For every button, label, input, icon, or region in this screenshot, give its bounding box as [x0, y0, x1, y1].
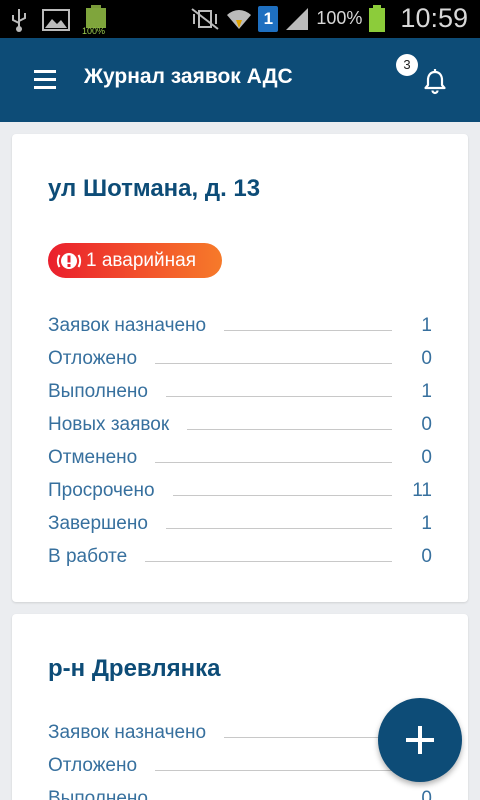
- emergency-alert-icon: [56, 252, 82, 269]
- stat-value: 1: [421, 380, 432, 402]
- leader-line: [155, 769, 392, 771]
- notifications-button[interactable]: [418, 64, 452, 98]
- notification-count-badge: 3: [396, 54, 418, 76]
- stat-label: Просрочено: [48, 479, 155, 501]
- leader-line: [224, 329, 392, 331]
- leader-line: [224, 736, 392, 738]
- battery-percent: 100%: [316, 8, 363, 28]
- stat-row: Заявок назначено 1: [48, 309, 432, 342]
- stats-list: Заявок назначено Отложено Выполнено 0: [48, 716, 432, 800]
- mute-vibrate-icon: [191, 7, 219, 30]
- battery-icon: 100%: [82, 5, 110, 36]
- stat-row: Выполнено 1: [48, 375, 432, 408]
- stat-row: Отменено 0: [48, 441, 432, 474]
- stat-value: 0: [421, 413, 432, 435]
- wifi-icon: [227, 9, 252, 29]
- menu-button[interactable]: [28, 68, 62, 92]
- stat-row: В работе 0: [48, 540, 432, 573]
- stat-label: Заявок назначено: [48, 314, 207, 336]
- stat-label: Отложено: [48, 347, 138, 369]
- stat-row: Просрочено 11: [48, 474, 432, 507]
- leader-line: [155, 362, 392, 364]
- battery-mini-label: 100%: [82, 26, 106, 36]
- stat-value: 11: [412, 479, 432, 501]
- stat-row: Отложено 0: [48, 342, 432, 375]
- page-title: Журнал заявок АДС: [84, 65, 293, 88]
- stat-label: Выполнено: [48, 787, 148, 800]
- stat-label: Выполнено: [48, 380, 148, 402]
- stat-label: В работе: [48, 545, 128, 567]
- sim-number: 1: [263, 8, 274, 28]
- clock: 10:59: [400, 3, 468, 33]
- status-bar: 100% 1 100% 10:59: [0, 0, 480, 38]
- location-card[interactable]: ул Шотмана, д. 13 1 аварийная Заявок наз…: [12, 134, 468, 602]
- app-bar: Журнал заявок АДС 3: [0, 38, 480, 122]
- stat-value: 1: [421, 512, 432, 534]
- leader-line: [145, 560, 392, 562]
- signal-icon: [286, 7, 309, 30]
- image-icon: [42, 9, 70, 31]
- stat-row: Отложено: [48, 749, 432, 782]
- stat-label: Отложено: [48, 754, 138, 776]
- leader-line: [187, 428, 392, 430]
- stat-label: Заявок назначено: [48, 721, 207, 743]
- leader-line: [165, 395, 392, 397]
- stat-value: 0: [421, 545, 432, 567]
- stat-value: 1: [421, 314, 432, 336]
- add-request-button[interactable]: [378, 698, 462, 782]
- stat-label: Отменено: [48, 446, 138, 468]
- stat-label: Завершено: [48, 512, 148, 534]
- stat-value: 0: [421, 787, 432, 800]
- stat-row: Заявок назначено: [48, 716, 432, 749]
- emergency-badge[interactable]: 1 аварийная: [48, 243, 222, 278]
- stat-row: Завершено 1: [48, 507, 432, 540]
- usb-icon: [12, 9, 26, 32]
- stat-label: Новых заявок: [48, 413, 170, 435]
- stat-row: Выполнено 0: [48, 782, 432, 800]
- battery-full-icon: [369, 4, 386, 32]
- stat-value: 0: [421, 446, 432, 468]
- card-title: р-н Древлянка: [48, 655, 221, 682]
- stat-value: 0: [421, 347, 432, 369]
- stat-row: Новых заявок 0: [48, 408, 432, 441]
- sim-icon: 1: [258, 5, 279, 32]
- emergency-badge-label: 1 аварийная: [86, 249, 197, 271]
- leader-line: [155, 461, 392, 463]
- stats-list: Заявок назначено 1 Отложено 0 Выполнено 1 Н…: [48, 309, 432, 573]
- card-title: ул Шотмана, д. 13: [48, 175, 261, 202]
- leader-line: [165, 527, 392, 529]
- leader-line: [172, 494, 392, 496]
- bell-icon: [424, 69, 446, 95]
